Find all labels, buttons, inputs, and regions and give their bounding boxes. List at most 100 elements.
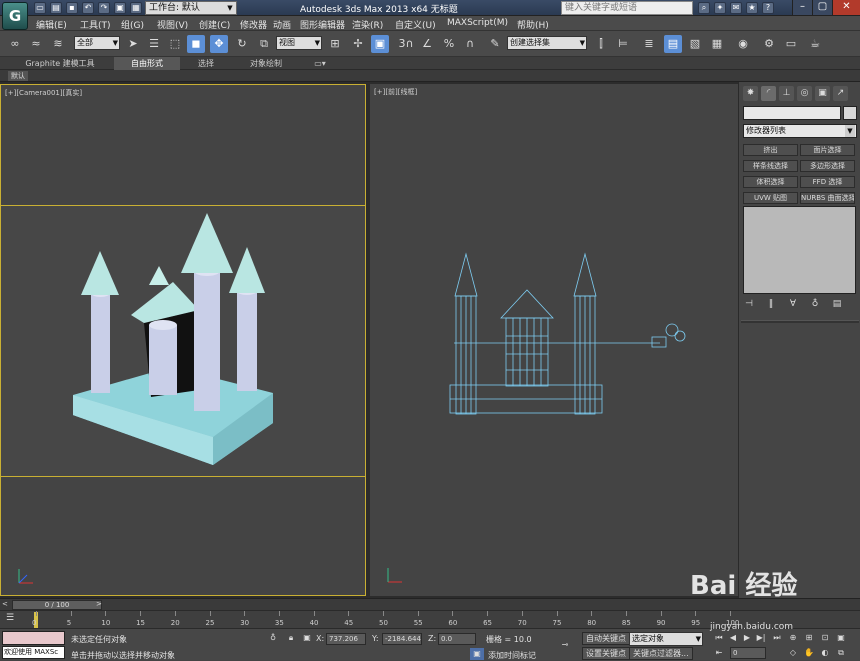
edit-named-selection-icon[interactable]: ✎ [486, 35, 504, 53]
rect-region-icon[interactable]: ⬚ [166, 35, 184, 53]
default-chip[interactable]: 默认 [8, 71, 28, 81]
volume-select-button[interactable]: 体积选择 [743, 176, 798, 188]
menu-maxscript[interactable]: MAXScript(M) [447, 18, 508, 28]
help-icon[interactable]: ? [762, 2, 774, 14]
schematic-view-icon[interactable]: ▦ [708, 35, 726, 53]
select-move-icon[interactable]: ✥ [210, 35, 228, 53]
select-manipulate-icon[interactable]: ✢ [349, 35, 367, 53]
x-coordinate-field[interactable]: 737.206 [326, 633, 366, 645]
current-frame-field[interactable]: 0 [730, 647, 766, 659]
menu-animation[interactable]: 动画 [273, 18, 291, 31]
window-crossing-icon[interactable]: ◼ [187, 35, 205, 53]
minimize-icon[interactable]: – [792, 0, 812, 15]
zoom-extents-icon[interactable]: ⊡ [818, 632, 832, 644]
set-key-button[interactable]: 设置关键点 [582, 647, 630, 660]
fetch-icon[interactable]: ▦ [130, 2, 142, 14]
configure-sets-icon[interactable]: ▤ [831, 298, 843, 310]
isolate-icon[interactable]: ♁ [266, 632, 280, 644]
menu-rendering[interactable]: 渲染(R) [352, 18, 383, 31]
create-tab-icon[interactable]: ✸ [743, 86, 758, 101]
menu-group[interactable]: 组(G) [121, 18, 144, 31]
prev-key-icon[interactable]: ◀ [726, 632, 740, 644]
key-filters-button[interactable]: 关键点过滤器... [629, 647, 693, 660]
panel-divider[interactable] [741, 320, 859, 323]
key-icon[interactable]: ⊸ [558, 639, 572, 651]
maxscript-listener[interactable] [2, 631, 65, 645]
object-color-swatch[interactable] [843, 106, 857, 120]
render-setup-icon[interactable]: ⚙ [760, 35, 778, 53]
select-rotate-icon[interactable]: ↻ [233, 35, 251, 53]
welcome-text[interactable]: 欢迎使用 MAXSc [2, 646, 65, 659]
favorites-icon[interactable]: ★ [746, 2, 758, 14]
angle-snap-icon[interactable]: ∠ [418, 35, 436, 53]
communication-icon[interactable]: ✉ [730, 2, 742, 14]
redo-icon[interactable]: ↷ [98, 2, 110, 14]
graphite-toggle-icon[interactable]: ▤ [664, 35, 682, 53]
modifier-list-select[interactable]: 修改器列表 ▼ [743, 124, 857, 138]
add-time-tag[interactable]: 添加时间标记 [488, 650, 536, 661]
link-icon[interactable]: ∞ [6, 35, 24, 53]
mini-curve-editor-icon[interactable]: ☰ [6, 613, 20, 625]
select-by-name-icon[interactable]: ☰ [145, 35, 163, 53]
play-icon[interactable]: ▶ [740, 632, 754, 644]
z-coordinate-field[interactable]: 0.0 [438, 633, 476, 645]
named-selection-select[interactable]: 创建选择集 ▼ [507, 36, 587, 50]
layer-manager-icon[interactable]: ≣ [640, 35, 658, 53]
search-binoculars-icon[interactable]: ⌕ [698, 2, 710, 14]
orbit-icon[interactable]: ◐ [818, 647, 832, 659]
maximize-viewport-icon[interactable]: ⧉ [834, 647, 848, 659]
utilities-tab-icon[interactable]: ↗ [833, 86, 848, 101]
menu-customize[interactable]: 自定义(U) [395, 18, 436, 31]
unlink-icon[interactable]: ≈ [27, 35, 45, 53]
next-frame-icon[interactable]: > [96, 600, 106, 610]
patch-select-button[interactable]: 面片选择 [800, 144, 855, 156]
search-input[interactable]: 键入关键字或短语 [561, 1, 693, 15]
prev-frame-icon[interactable]: < [2, 600, 12, 610]
menu-views[interactable]: 视图(V) [157, 18, 188, 31]
keyboard-shortcut-override-icon[interactable]: ▣ [371, 35, 389, 53]
motion-tab-icon[interactable]: ◎ [797, 86, 812, 101]
menu-graph-editors[interactable]: 图形编辑器 [300, 18, 345, 31]
select-object-icon[interactable]: ➤ [124, 35, 142, 53]
align-icon[interactable]: ⊨ [614, 35, 632, 53]
menu-tools[interactable]: 工具(T) [80, 18, 111, 31]
rendered-frame-window-icon[interactable]: ▭ [782, 35, 800, 53]
goto-end-icon[interactable]: ⏭ [770, 632, 784, 644]
pan-icon[interactable]: ✋ [802, 647, 816, 659]
curve-editor-icon[interactable]: ▧ [686, 35, 704, 53]
goto-start-icon[interactable]: ⏮ [712, 632, 726, 644]
nurbs-select-button[interactable]: NURBS 曲面选择 [800, 192, 855, 204]
key-selection-select[interactable]: 选定对象 ▼ [629, 632, 703, 646]
save-icon[interactable]: ▪ [66, 2, 78, 14]
bind-space-warp-icon[interactable]: ≋ [49, 35, 67, 53]
spline-select-button[interactable]: 样条线选择 [743, 160, 798, 172]
spinner-snap-icon[interactable]: ∩ [461, 35, 479, 53]
open-file-icon[interactable]: ▤ [50, 2, 62, 14]
remove-modifier-icon[interactable]: ♁ [809, 298, 821, 310]
camera-viewport[interactable]: [+][Camera001][真实] [0, 84, 366, 596]
selection-lock-icon[interactable]: 🔒︎ [284, 632, 298, 644]
mirror-icon[interactable]: ⫿ [592, 35, 610, 53]
menu-edit[interactable]: 编辑(E) [36, 18, 67, 31]
zoom-all-icon[interactable]: ⊞ [802, 632, 816, 644]
zoom-icon[interactable]: ⊕ [786, 632, 800, 644]
front-viewport[interactable]: [+][前][线框] [370, 84, 738, 596]
tab-object-paint[interactable]: 对象绘制 [238, 57, 294, 70]
hierarchy-tab-icon[interactable]: ⊥ [779, 86, 794, 101]
maximize-icon[interactable]: ▢ [812, 0, 832, 15]
select-scale-icon[interactable]: ⧉ [255, 35, 273, 53]
modifier-stack[interactable] [743, 206, 856, 294]
next-key-icon[interactable]: ▶| [754, 632, 768, 644]
object-name-field[interactable] [743, 106, 841, 120]
subscription-icon[interactable]: ✦ [714, 2, 726, 14]
tab-graphite[interactable]: Graphite 建模工具 [20, 57, 100, 70]
pin-stack-icon[interactable]: ⊣ [743, 298, 755, 310]
tab-selection[interactable]: 选择 [186, 57, 226, 70]
key-mode-icon[interactable]: ⇤ [712, 647, 726, 659]
render-production-icon[interactable]: ☕ [806, 35, 824, 53]
app-logo[interactable]: G [2, 2, 28, 30]
auto-key-button[interactable]: 自动关键点 [582, 632, 630, 645]
show-end-result-icon[interactable]: ‖ [765, 298, 777, 310]
snap-toggle-icon[interactable]: 3∩ [397, 35, 415, 53]
time-slider-thumb[interactable]: 0 / 100 [12, 600, 102, 610]
